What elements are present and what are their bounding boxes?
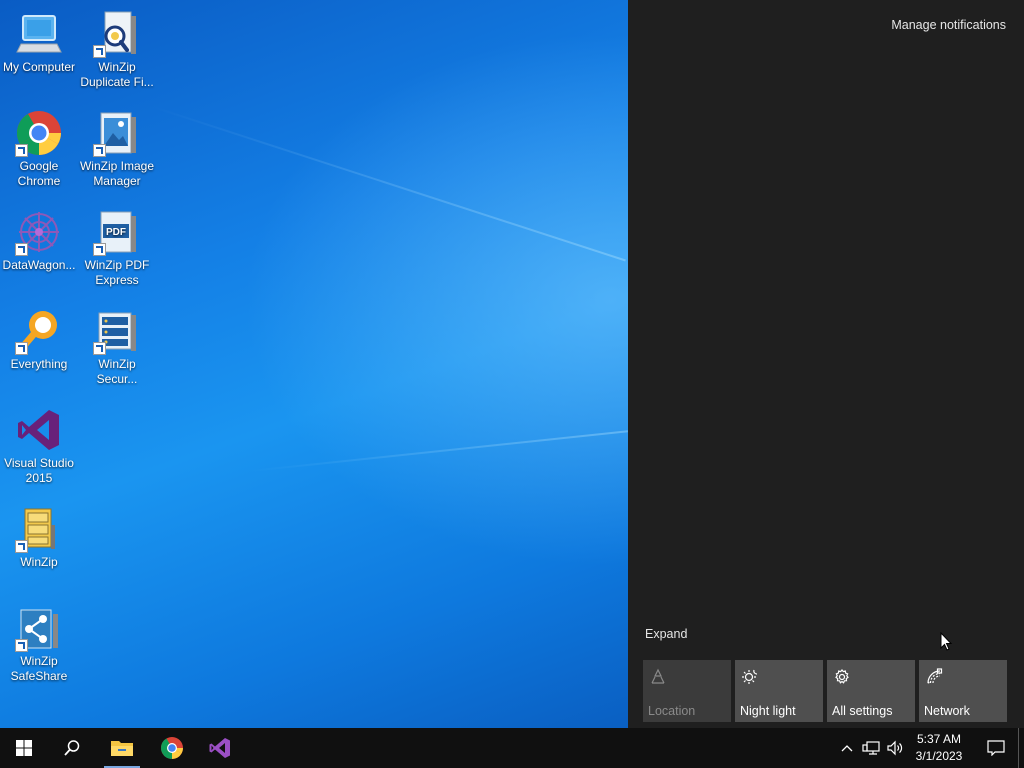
datawagon-icon (15, 208, 63, 256)
shortcut-arrow-icon (15, 540, 28, 553)
quick-action-all-settings[interactable]: All settings (827, 660, 915, 722)
quick-action-night-light[interactable]: Night light (735, 660, 823, 722)
quick-action-label: Network (924, 704, 970, 718)
everything-icon (15, 307, 63, 355)
desktop-icon-label: WinZip (20, 555, 58, 569)
taskbar-chrome[interactable] (148, 728, 196, 768)
expand-link[interactable]: Expand (645, 627, 687, 641)
desktop-icon-label: WinZip Duplicate Fi... (80, 60, 154, 89)
desktop-icon-winzip-image-manager[interactable]: WinZip Image Manager (78, 101, 156, 189)
shortcut-arrow-icon (93, 243, 106, 256)
speaker-icon (887, 740, 903, 756)
visual-studio-icon (15, 406, 63, 454)
desktop-icon-label: Everything (10, 357, 68, 371)
search-icon (64, 740, 80, 756)
chevron-up-icon (841, 745, 853, 752)
shortcut-arrow-icon (15, 639, 28, 652)
winzip-image-icon (93, 109, 141, 157)
wallpaper-beam (149, 105, 626, 262)
quick-action-label: All settings (832, 704, 893, 718)
desktop-icon-label: WinZip Secur... (96, 357, 138, 386)
show-hidden-icons-button[interactable] (838, 728, 856, 768)
shortcut-arrow-icon (15, 342, 28, 355)
gear-icon (835, 669, 849, 684)
winzip-secure-icon (93, 307, 141, 355)
taskbar-file-explorer[interactable] (98, 728, 146, 768)
desktop-icon-winzip[interactable]: WinZip (0, 497, 78, 570)
desktop-icon-label: WinZip SafeShare (10, 654, 68, 683)
winzip-pdf-icon: PDF (93, 208, 141, 256)
wallpaper-beam (249, 430, 628, 472)
clock-time: 5:37 AM (916, 732, 962, 746)
desktop-icon-label: DataWagon... (2, 258, 76, 272)
night-light-icon (742, 669, 758, 684)
desktop-icon-winzip-safeshare[interactable]: WinZip SafeShare (0, 596, 78, 684)
shortcut-arrow-icon (93, 45, 106, 58)
notification-icon (987, 740, 1005, 756)
desktop-icon-label: WinZip Image Manager (79, 159, 155, 188)
show-desktop-button[interactable] (1018, 728, 1024, 768)
winzip-safeshare-icon (15, 604, 63, 652)
desktop-icon-label: My Computer (2, 60, 76, 74)
taskbar-clock[interactable]: 5:37 AM 3/1/2023 (906, 731, 972, 765)
quick-actions: Location Night light All settings Networ… (643, 660, 1007, 722)
location-icon (651, 668, 665, 684)
search-button[interactable] (48, 728, 96, 768)
start-icon (16, 740, 32, 756)
desktop-icon-my-computer[interactable]: My Computer (0, 2, 78, 75)
start-button[interactable] (0, 728, 48, 768)
desktop-icon-winzip-pdf-express[interactable]: PDF WinZip PDF Express (78, 200, 156, 288)
desktop-icon-visual-studio[interactable]: Visual Studio 2015 (0, 398, 78, 486)
desktop-icon-label: Visual Studio 2015 (4, 456, 74, 485)
action-center-panel: Manage notifications Expand Location Nig… (628, 0, 1024, 728)
desktop-icon-label: Google Chrome (17, 159, 61, 188)
desktop-icon-label: WinZip PDF Express (84, 258, 150, 287)
quick-action-label: Night light (740, 704, 796, 718)
desktop-icon-winzip-duplicate[interactable]: WinZip Duplicate Fi... (78, 2, 156, 90)
manage-notifications-link[interactable]: Manage notifications (891, 18, 1006, 32)
svg-text:PDF: PDF (106, 227, 126, 238)
taskbar-visual-studio[interactable] (196, 728, 244, 768)
shortcut-arrow-icon (93, 342, 106, 355)
quick-action-location[interactable]: Location (643, 660, 731, 722)
computer-icon (15, 10, 63, 58)
taskbar: 5:37 AM 3/1/2023 (0, 728, 1024, 768)
network-icon (927, 668, 943, 684)
shortcut-arrow-icon (15, 243, 28, 256)
desktop: My Computer Google Chrome DataWagon... E… (0, 0, 628, 728)
quick-action-label: Location (648, 704, 696, 718)
chrome-icon (161, 737, 183, 759)
mouse-cursor-icon (940, 632, 953, 651)
tray-network-button[interactable] (860, 728, 882, 768)
tray-volume-button[interactable] (884, 728, 906, 768)
shortcut-arrow-icon (15, 144, 28, 157)
desktop-icon-winzip-secure[interactable]: WinZip Secur... (78, 299, 156, 387)
file-explorer-icon (111, 741, 133, 756)
winzip-icon (15, 505, 63, 553)
desktop-icon-everything[interactable]: Everything (0, 299, 78, 372)
chrome-icon (15, 109, 63, 157)
quick-action-network[interactable]: Network (919, 660, 1007, 722)
winzip-duplicate-icon (93, 10, 141, 58)
action-center-button[interactable] (976, 728, 1016, 768)
ethernet-icon (862, 741, 880, 755)
visual-studio-icon (209, 738, 230, 758)
desktop-icon-google-chrome[interactable]: Google Chrome (0, 101, 78, 189)
desktop-icon-datawagon[interactable]: DataWagon... (0, 200, 78, 273)
clock-date: 3/1/2023 (915, 749, 963, 763)
shortcut-arrow-icon (93, 144, 106, 157)
